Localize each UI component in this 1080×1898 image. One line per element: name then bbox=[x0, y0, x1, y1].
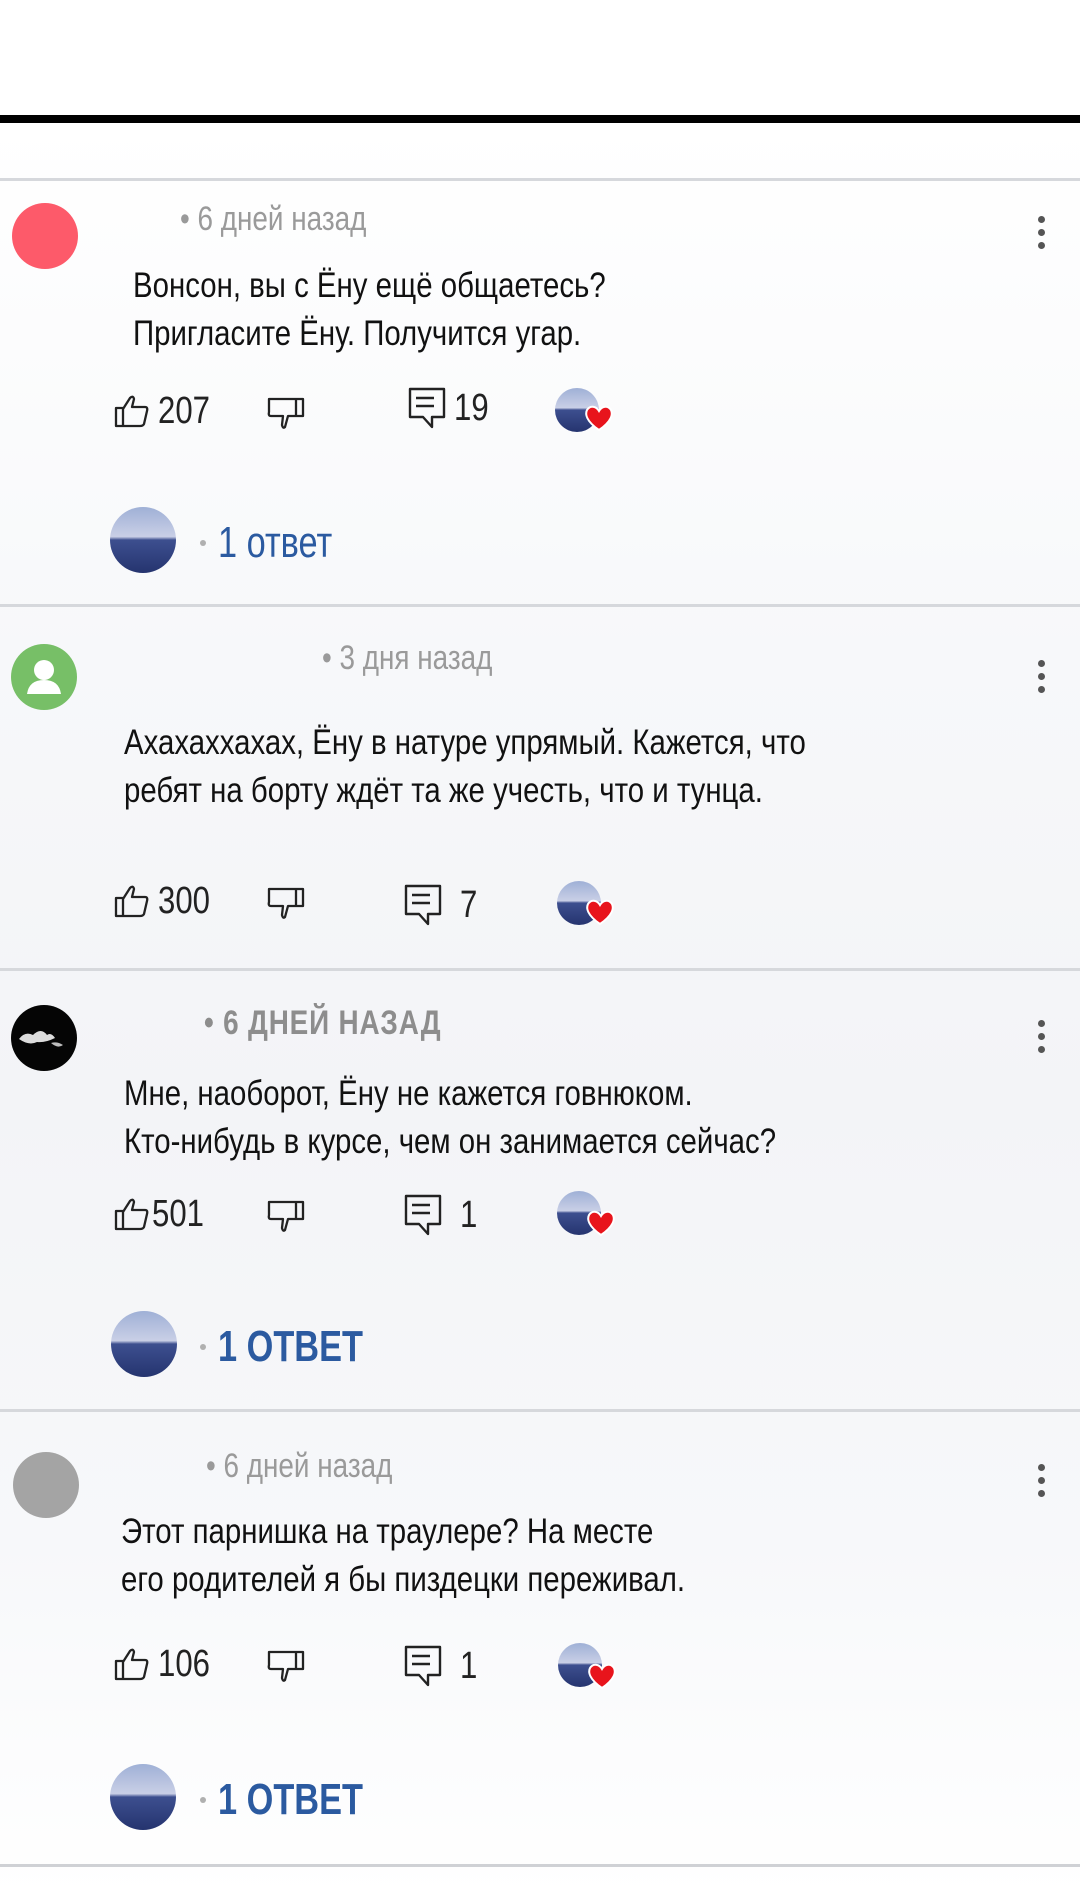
comment-text: Ахахаххахах, Ёну в натуре упрямый. Кажет… bbox=[124, 719, 806, 815]
heart-icon bbox=[587, 1662, 617, 1695]
like-count: 207 bbox=[158, 389, 210, 432]
comment-time: • 6 дней назад bbox=[180, 200, 367, 238]
thumbs-up-icon bbox=[114, 1197, 150, 1231]
reply-count: 1 bbox=[460, 1193, 478, 1236]
time-label: 6 ДНЕЙ НАЗАД bbox=[223, 1004, 442, 1042]
thumbs-up-icon bbox=[114, 1647, 150, 1681]
comment-line: Ахахаххахах, Ёну в натуре упрямый. Кажет… bbox=[124, 723, 806, 762]
time-label: 6 дней назад bbox=[197, 200, 367, 238]
heart-icon bbox=[585, 898, 615, 931]
comment-line: Пригласите Ёну. Получится угар. bbox=[133, 314, 582, 353]
comment-time: • 3 дня назад bbox=[322, 639, 493, 677]
top-blank-area bbox=[0, 0, 1080, 115]
like-button[interactable]: 106 bbox=[114, 1639, 221, 1689]
reply-button[interactable]: 1 bbox=[404, 1190, 481, 1240]
time-label: 3 дня назад bbox=[339, 639, 493, 677]
separator bbox=[0, 604, 1080, 607]
thumbs-up-icon bbox=[114, 884, 150, 918]
time-label: 6 дней назад bbox=[223, 1447, 393, 1485]
dislike-button[interactable] bbox=[266, 1641, 306, 1691]
reply-link-text: 1 ОТВЕТ bbox=[218, 1322, 363, 1371]
like-count: 106 bbox=[158, 1642, 210, 1685]
reply-count: 7 bbox=[460, 883, 478, 926]
avatar[interactable] bbox=[13, 1452, 79, 1518]
view-replies-link[interactable]: 1 ответ bbox=[180, 518, 364, 568]
header-divider bbox=[0, 115, 1080, 123]
like-button[interactable]: 501 bbox=[114, 1189, 215, 1239]
comment-time: • 6 дней назад bbox=[206, 1447, 393, 1485]
like-button[interactable]: 207 bbox=[114, 386, 221, 436]
like-count: 501 bbox=[152, 1192, 204, 1235]
view-replies-link[interactable]: 1 ОТВЕТ bbox=[180, 1322, 404, 1372]
comment-icon bbox=[404, 884, 442, 926]
separator bbox=[0, 968, 1080, 971]
comment-icon bbox=[408, 387, 446, 429]
avatar[interactable] bbox=[11, 1005, 77, 1071]
dislike-button[interactable] bbox=[266, 1191, 306, 1241]
thumbs-down-icon bbox=[266, 396, 306, 430]
thumbs-down-icon bbox=[266, 886, 306, 920]
avatar[interactable] bbox=[11, 644, 77, 710]
more-vertical-icon[interactable] bbox=[1038, 1464, 1046, 1503]
thumbs-down-icon bbox=[266, 1649, 306, 1683]
thumbs-down-icon bbox=[266, 1199, 306, 1233]
comment-icon bbox=[404, 1194, 442, 1236]
reply-link-text: 1 ответ bbox=[218, 518, 333, 567]
heart-icon bbox=[584, 404, 614, 437]
comment-time: • 6 ДНЕЙ НАЗАД bbox=[204, 1004, 442, 1042]
reply-link-text: 1 ОТВЕТ bbox=[218, 1775, 363, 1824]
separator bbox=[0, 1409, 1080, 1412]
reply-avatar bbox=[111, 1311, 177, 1377]
comment-line: Вонсон, вы с Ёну ещё общаетесь? bbox=[133, 266, 606, 305]
dislike-button[interactable] bbox=[266, 878, 306, 928]
separator bbox=[0, 178, 1080, 181]
comment-text: Вонсон, вы с Ёну ещё общаетесь? Пригласи… bbox=[133, 262, 606, 358]
reply-button[interactable]: 7 bbox=[404, 880, 481, 930]
comment-line: Кто-нибудь в курсе, чем он занимается се… bbox=[124, 1122, 777, 1161]
comment-line: Мне, наоборот, Ёну не кажется говнюком. bbox=[124, 1074, 693, 1113]
reply-avatar bbox=[110, 1764, 176, 1830]
reply-avatar bbox=[110, 507, 176, 573]
heart-icon bbox=[586, 1209, 616, 1242]
reply-count: 1 bbox=[460, 1644, 478, 1687]
avatar[interactable] bbox=[12, 203, 78, 269]
more-vertical-icon[interactable] bbox=[1038, 660, 1046, 699]
more-vertical-icon[interactable] bbox=[1038, 1020, 1046, 1059]
comment-line: его родителей я бы пиздецки переживал. bbox=[121, 1560, 686, 1599]
comment-line: ребят на борту ждёт та же учесть, что и … bbox=[124, 771, 763, 810]
comment-icon bbox=[404, 1645, 442, 1687]
more-vertical-icon[interactable] bbox=[1038, 216, 1046, 255]
like-count: 300 bbox=[158, 879, 210, 922]
comment-text: Этот парнишка на траулере? На месте его … bbox=[121, 1508, 685, 1604]
comment-text: Мне, наоборот, Ёну не кажется говнюком. … bbox=[124, 1070, 776, 1166]
reply-count: 19 bbox=[454, 386, 489, 429]
separator bbox=[0, 1864, 1080, 1867]
reply-button[interactable]: 19 bbox=[408, 383, 496, 433]
like-button[interactable]: 300 bbox=[114, 876, 221, 926]
reply-button[interactable]: 1 bbox=[404, 1641, 481, 1691]
thumbs-up-icon bbox=[114, 394, 150, 428]
dislike-button[interactable] bbox=[266, 388, 306, 438]
view-replies-link[interactable]: 1 ОТВЕТ bbox=[180, 1775, 404, 1825]
comment-line: Этот парнишка на траулере? На месте bbox=[121, 1512, 654, 1551]
